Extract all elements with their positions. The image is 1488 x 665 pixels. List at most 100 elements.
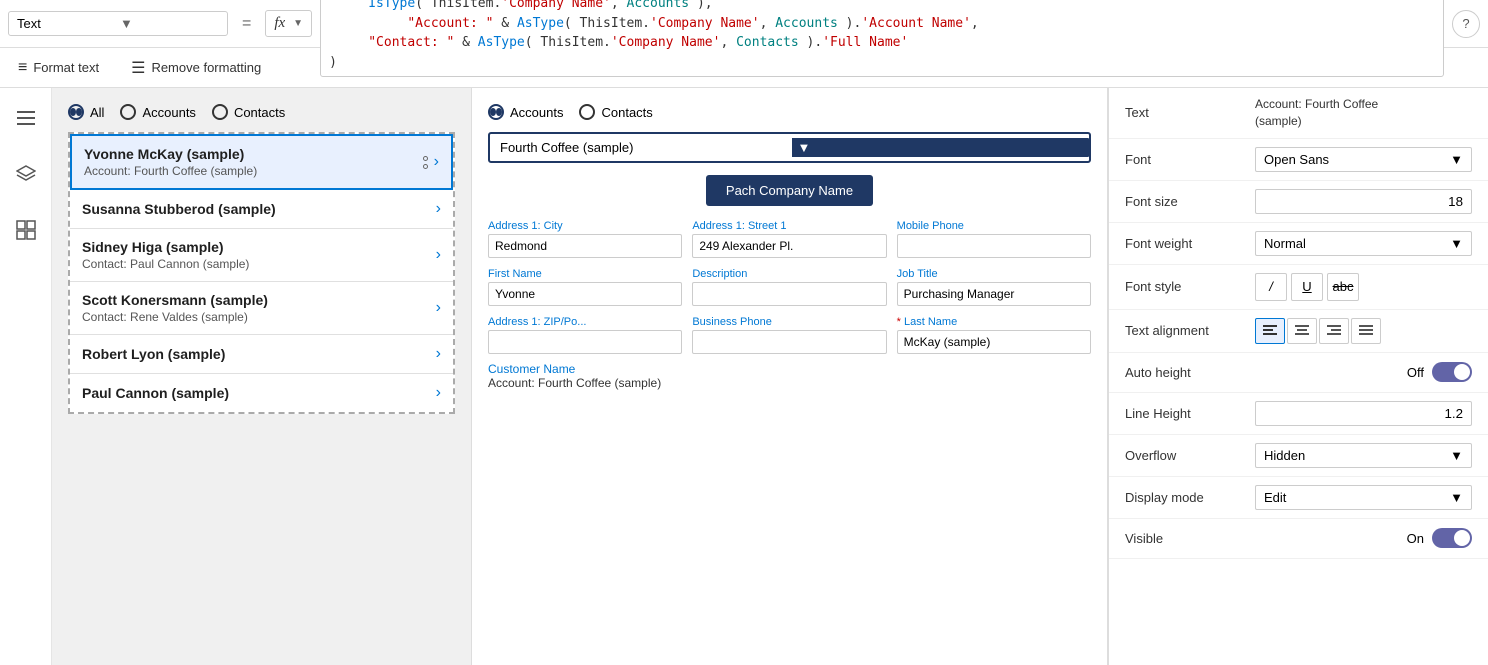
- list-item[interactable]: Sidney Higa (sample) Contact: Paul Canno…: [70, 229, 453, 282]
- eq-sign: =: [236, 15, 257, 33]
- fx-button[interactable]: fx ▼: [265, 10, 312, 37]
- detail-radio-accounts-circle: [488, 104, 504, 120]
- field-input-mobile[interactable]: [897, 234, 1091, 258]
- fontweight-select[interactable]: Normal ▼: [1255, 231, 1472, 256]
- list-item[interactable]: Yvonne McKay (sample) Account: Fourth Co…: [70, 134, 453, 190]
- sidebar-layers-icon[interactable]: [8, 156, 44, 192]
- sidebar-icons: [0, 88, 52, 665]
- italic-button[interactable]: /: [1255, 273, 1287, 301]
- prop-row-text: Text Account: Fourth Coffee(sample): [1109, 88, 1488, 139]
- prop-label-fontweight: Font weight: [1125, 236, 1255, 251]
- font-select-chevron: ▼: [1450, 152, 1463, 167]
- text-align-buttons: [1255, 318, 1381, 344]
- formula-selector[interactable]: Text ▼: [8, 11, 228, 36]
- list-item-name: Yvonne McKay (sample): [84, 146, 423, 162]
- overflow-select[interactable]: Hidden ▼: [1255, 443, 1472, 468]
- prop-row-displaymode: Display mode Edit ▼: [1109, 477, 1488, 519]
- prop-label-font: Font: [1125, 152, 1255, 167]
- field-label-jobtitle: Job Title: [897, 268, 1091, 280]
- detail-radio-contacts[interactable]: Contacts: [579, 104, 652, 120]
- field-input-description[interactable]: [692, 282, 886, 306]
- prop-row-autoheight: Auto height Off: [1109, 353, 1488, 393]
- field-input-firstname[interactable]: [488, 282, 682, 306]
- detail-dropdown[interactable]: Fourth Coffee (sample) ▼: [488, 132, 1091, 163]
- displaymode-select[interactable]: Edit ▼: [1255, 485, 1472, 510]
- prop-label-visible: Visible: [1125, 531, 1255, 546]
- lineheight-input[interactable]: [1255, 401, 1472, 426]
- fontsize-input[interactable]: [1255, 189, 1472, 214]
- form-field-zip: Address 1: ZIP/Po...: [488, 316, 682, 354]
- field-input-lastname[interactable]: [897, 330, 1091, 354]
- field-input-zip[interactable]: [488, 330, 682, 354]
- radio-all[interactable]: All: [68, 104, 104, 120]
- fx-chevron-icon: ▼: [293, 18, 303, 29]
- align-center-button[interactable]: [1287, 318, 1317, 344]
- remove-formatting-label: Remove formatting: [151, 60, 261, 75]
- field-input-city[interactable]: [488, 234, 682, 258]
- remove-formatting-button[interactable]: ☰ Remove formatting: [125, 54, 267, 82]
- align-left-button[interactable]: [1255, 318, 1285, 344]
- field-input-jobtitle[interactable]: [897, 282, 1091, 306]
- visible-toggle[interactable]: On: [1407, 528, 1472, 548]
- autoheight-switch[interactable]: [1432, 362, 1472, 382]
- fx-label: fx: [274, 15, 285, 32]
- align-right-button[interactable]: [1319, 318, 1349, 344]
- list-item[interactable]: Susanna Stubberod (sample) ›: [70, 190, 453, 229]
- prop-label-textalign: Text alignment: [1125, 323, 1255, 338]
- visible-switch[interactable]: [1432, 528, 1472, 548]
- format-text-button[interactable]: ≡ Format text: [12, 55, 105, 81]
- customer-name-section: Customer Name Account: Fourth Coffee (sa…: [488, 362, 1091, 390]
- radio-accounts[interactable]: Accounts: [120, 104, 195, 120]
- overflow-select-value: Hidden: [1264, 448, 1305, 463]
- formula-code: If( IsBlank( ThisItem.'Company Name' ), …: [329, 0, 979, 72]
- list-item-name: Susanna Stubberod (sample): [82, 201, 436, 217]
- field-label-zip: Address 1: ZIP/Po...: [488, 316, 682, 328]
- prop-value-text: Account: Fourth Coffee(sample): [1255, 96, 1472, 130]
- props-panel: Text Account: Fourth Coffee(sample) Font…: [1108, 88, 1488, 665]
- prop-row-textalign: Text alignment: [1109, 310, 1488, 353]
- field-label-mobile: Mobile Phone: [897, 220, 1091, 232]
- prop-label-fontstyle: Font style: [1125, 279, 1255, 294]
- font-select[interactable]: Open Sans ▼: [1255, 147, 1472, 172]
- detail-radio-contacts-circle: [579, 104, 595, 120]
- field-label-firstname: First Name: [488, 268, 682, 280]
- drag-dots: [423, 156, 428, 169]
- detail-radio-contacts-label: Contacts: [601, 105, 652, 120]
- prop-label-displaymode: Display mode: [1125, 490, 1255, 505]
- radio-contacts[interactable]: Contacts: [212, 104, 285, 120]
- overflow-chevron: ▼: [1450, 448, 1463, 463]
- align-justify-button[interactable]: [1351, 318, 1381, 344]
- strikethrough-button[interactable]: abc: [1327, 273, 1359, 301]
- formula-bar[interactable]: If( IsBlank( ThisItem.'Company Name' ), …: [320, 0, 1444, 77]
- sidebar-hamburger-icon[interactable]: [8, 100, 44, 136]
- list-item-arrow: ›: [436, 384, 441, 402]
- field-label-city: Address 1: City: [488, 220, 682, 232]
- list-item[interactable]: Paul Cannon (sample) ›: [70, 374, 453, 412]
- field-input-bizphone[interactable]: [692, 330, 886, 354]
- autoheight-toggle[interactable]: Off: [1407, 362, 1472, 382]
- form-grid: Address 1: City Address 1: Street 1 Mobi…: [488, 220, 1091, 354]
- prop-row-overflow: Overflow Hidden ▼: [1109, 435, 1488, 477]
- patch-button[interactable]: Pach Company Name: [706, 175, 873, 206]
- list-item-sub: Contact: Paul Cannon (sample): [82, 257, 436, 271]
- prop-label-autoheight: Auto height: [1125, 365, 1255, 380]
- prop-label-lineheight: Line Height: [1125, 406, 1255, 421]
- list-item[interactable]: Robert Lyon (sample) ›: [70, 335, 453, 374]
- prop-row-fontsize: Font size: [1109, 181, 1488, 223]
- detail-radio-accounts[interactable]: Accounts: [488, 104, 563, 120]
- customer-name-label: Customer Name: [488, 362, 575, 376]
- list-item-arrow: ›: [434, 153, 439, 171]
- list-container: Yvonne McKay (sample) Account: Fourth Co…: [68, 132, 455, 414]
- list-item-name: Robert Lyon (sample): [82, 346, 436, 362]
- fontweight-chevron: ▼: [1450, 236, 1463, 251]
- list-item[interactable]: Scott Konersmann (sample) Contact: Rene …: [70, 282, 453, 335]
- underline-button[interactable]: U: [1291, 273, 1323, 301]
- field-label-street: Address 1: Street 1: [692, 220, 886, 232]
- help-button[interactable]: ?: [1452, 10, 1480, 38]
- prop-row-visible: Visible On: [1109, 519, 1488, 559]
- field-label-lastname: Last Name: [897, 316, 1091, 328]
- canvas-radio-group: All Accounts Contacts: [68, 104, 455, 120]
- field-input-street[interactable]: [692, 234, 886, 258]
- main-layout: All Accounts Contacts Yvonne McKay (samp…: [0, 88, 1488, 665]
- sidebar-components-icon[interactable]: [8, 212, 44, 248]
